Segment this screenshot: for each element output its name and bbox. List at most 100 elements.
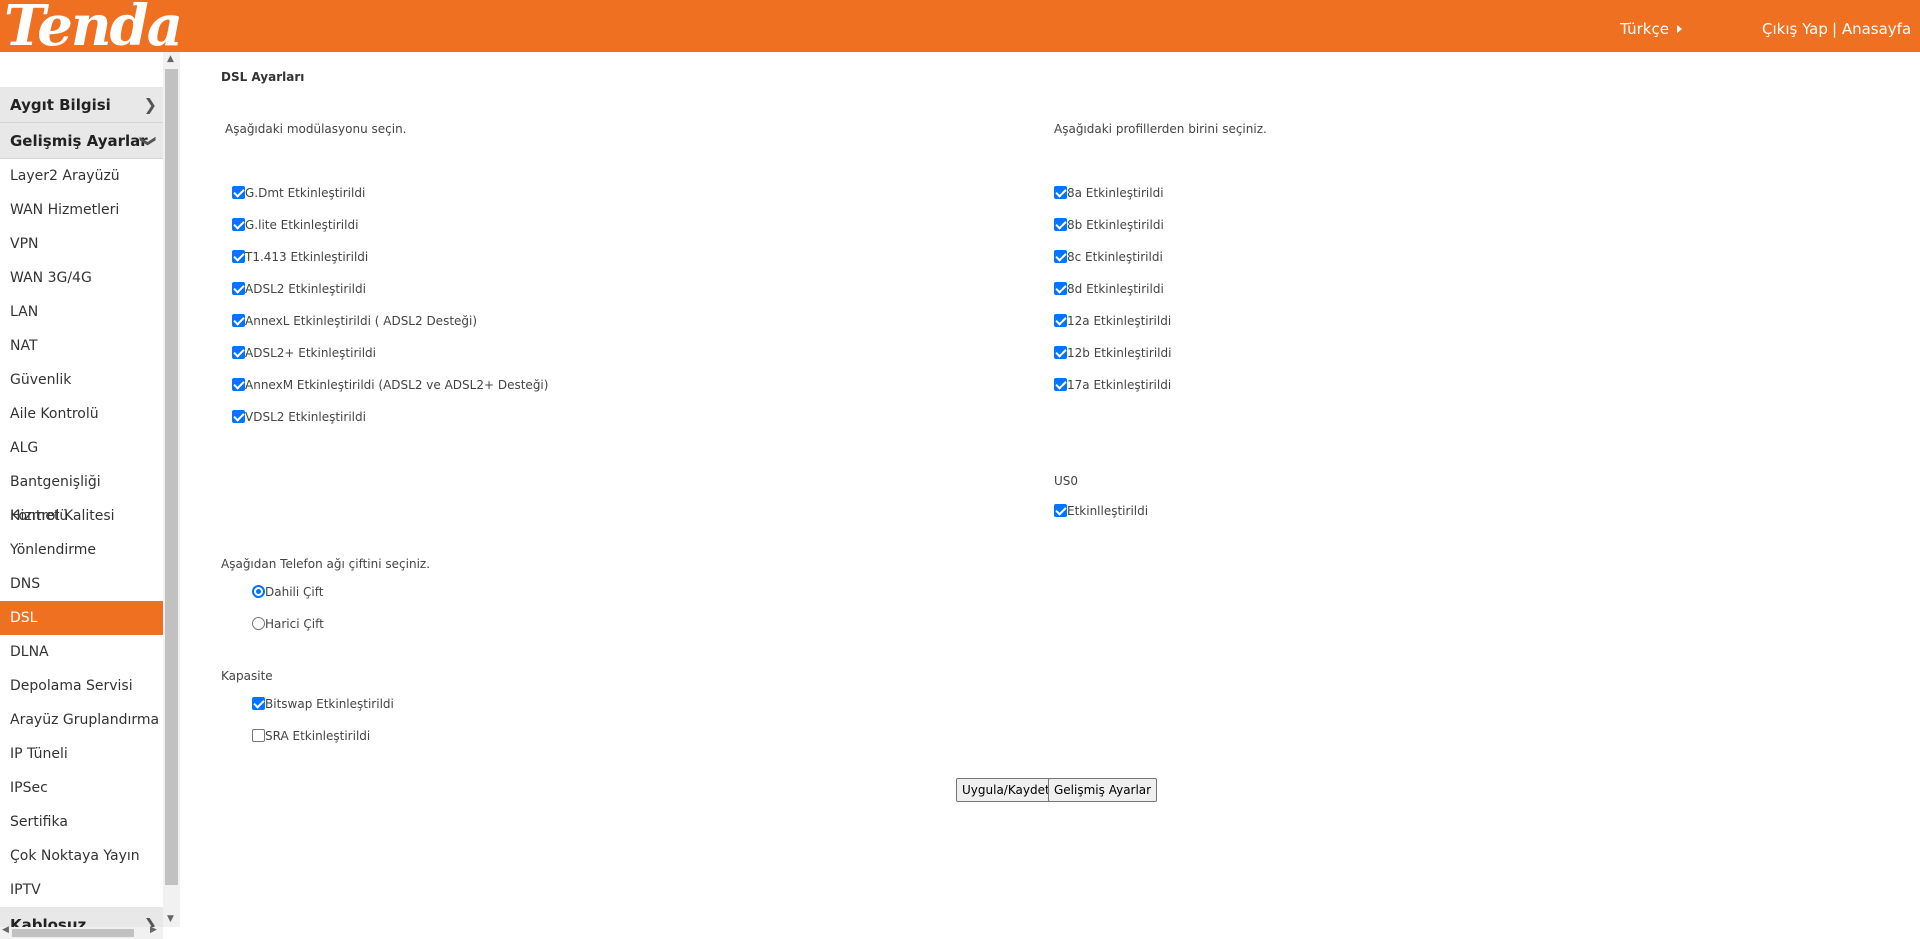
modulation-option[interactable]: G.lite Etkinleştirildi xyxy=(232,218,358,232)
modulation-option[interactable]: VDSL2 Etkinleştirildi xyxy=(232,410,366,424)
modulation-checkbox[interactable] xyxy=(232,282,245,295)
scroll-right-icon[interactable]: ▶ xyxy=(150,925,157,935)
modulation-option[interactable]: AnnexM Etkinleştirildi (ADSL2 ve ADSL2+ … xyxy=(232,378,548,392)
logout-link[interactable]: Çıkış Yap xyxy=(1762,20,1828,38)
modulation-option[interactable]: ADSL2 Etkinleştirildi xyxy=(232,282,366,296)
us0-checkbox[interactable] xyxy=(1054,504,1067,517)
scroll-down-icon[interactable]: ▼ xyxy=(167,914,174,924)
capacity-checkbox[interactable] xyxy=(252,697,265,710)
profile-option[interactable]: 12b Etkinleştirildi xyxy=(1054,346,1171,360)
profile-option[interactable]: 8a Etkinleştirildi xyxy=(1054,186,1164,200)
sidebar-item-layer2-arayuzu[interactable]: Layer2 Arayüzü xyxy=(0,159,163,193)
profile-label: 8a Etkinleştirildi xyxy=(1067,186,1164,200)
sidebar-vertical-scrollbar[interactable]: ▲ ▼ xyxy=(163,52,180,927)
sidebar-item-guvenlik[interactable]: Güvenlik xyxy=(0,363,163,397)
phone-pair-radio[interactable] xyxy=(252,617,265,630)
language-selector[interactable]: Türkçe xyxy=(1620,20,1682,38)
profile-label: 8d Etkinleştirildi xyxy=(1067,282,1164,296)
language-label: Türkçe xyxy=(1620,20,1669,38)
sidebar-item-nat[interactable]: NAT xyxy=(0,329,163,363)
advanced-settings-button[interactable]: Gelişmiş Ayarlar xyxy=(1048,778,1158,802)
sidebar-horizontal-scrollbar[interactable]: ◀ ▶ xyxy=(0,925,163,939)
sidebar-items: Layer2 Arayüzü WAN Hizmetleri VPN WAN 3G/4G… xyxy=(0,159,163,907)
profile-label: 8b Etkinleştirildi xyxy=(1067,218,1164,232)
profile-label: 17a Etkinleştirildi xyxy=(1067,378,1172,392)
modulation-label: AnnexM Etkinleştirildi (ADSL2 ve ADSL2+ … xyxy=(245,378,549,392)
sidebar-item-bantgenisligi-kontrolu[interactable]: Bantgenişliği Kontrolü xyxy=(0,465,163,524)
modulation-label: AnnexL Etkinleştirildi ( ADSL2 Desteği) xyxy=(245,314,478,328)
profile-checkbox[interactable] xyxy=(1054,218,1067,231)
us0-option-label: Etkinlleştirildi xyxy=(1067,504,1149,518)
sidebar-item-alg[interactable]: ALG xyxy=(0,431,163,465)
capacity-option[interactable]: SRA Etkinleştirildi xyxy=(252,729,370,743)
sidebar-group-device-info[interactable]: Aygıt Bilgisi ❯ xyxy=(0,87,163,123)
sidebar-item-cok-noktaya-yayin[interactable]: Çok Noktaya Yayın xyxy=(0,839,163,873)
profile-checkbox[interactable] xyxy=(1054,378,1067,391)
modulation-checkbox[interactable] xyxy=(232,250,245,263)
modulation-option[interactable]: ADSL2+ Etkinleştirildi xyxy=(232,346,376,360)
capacity-option[interactable]: Bitswap Etkinleştirildi xyxy=(252,697,394,711)
profile-option[interactable]: 8c Etkinleştirildi xyxy=(1054,250,1163,264)
modulation-prompt: Aşağıdaki modülasyonu seçin. xyxy=(225,122,407,136)
us0-option[interactable]: Etkinlleştirildi xyxy=(1054,504,1148,518)
modulation-checkbox[interactable] xyxy=(232,410,245,423)
scrollbar-thumb[interactable] xyxy=(12,929,134,937)
scroll-up-icon[interactable]: ▲ xyxy=(167,54,174,64)
modulation-label: VDSL2 Etkinleştirildi xyxy=(245,410,366,424)
profile-checkbox[interactable] xyxy=(1054,186,1067,199)
scrollbar-thumb[interactable] xyxy=(165,69,178,885)
profile-option[interactable]: 12a Etkinleştirildi xyxy=(1054,314,1171,328)
sidebar-item-depolama-servisi[interactable]: Depolama Servisi xyxy=(0,669,163,703)
profile-checkbox[interactable] xyxy=(1054,346,1067,359)
sidebar-item-hizmet-kalitesi[interactable]: Hizmet Kalitesi xyxy=(0,499,163,533)
phone-pair-prompt: Aşağıdan Telefon ağı çiftini seçiniz. xyxy=(221,557,431,571)
chevron-right-icon: ❯ xyxy=(143,95,157,114)
sidebar-item-ipsec[interactable]: IPSec xyxy=(0,771,163,805)
sidebar-item-iptv[interactable]: IPTV xyxy=(0,873,163,907)
top-header: Tenda Türkçe Çıkış Yap | Anasayfa xyxy=(0,0,1920,56)
profile-option[interactable]: 17a Etkinleştirildi xyxy=(1054,378,1171,392)
sidebar-menu: Aygıt Bilgisi ❯ Gelişmiş Ayarlar ❯ Layer… xyxy=(0,87,163,937)
sidebar-item-vpn[interactable]: VPN xyxy=(0,227,163,261)
profile-option[interactable]: 8b Etkinleştirildi xyxy=(1054,218,1164,232)
capacity-label: Bitswap Etkinleştirildi xyxy=(265,697,394,711)
sidebar-item-wan-3g-4g[interactable]: WAN 3G/4G xyxy=(0,261,163,295)
modulation-checkbox[interactable] xyxy=(232,314,245,327)
modulation-option[interactable]: AnnexL Etkinleştirildi ( ADSL2 Desteği) xyxy=(232,314,477,328)
sidebar-item-dlna[interactable]: DLNA xyxy=(0,635,163,669)
sidebar-item-dns[interactable]: DNS xyxy=(0,567,163,601)
sidebar-item-wan-hizmetleri[interactable]: WAN Hizmetleri xyxy=(0,193,163,227)
profile-label: 8c Etkinleştirildi xyxy=(1067,250,1163,264)
sidebar-item-sertifika[interactable]: Sertifika xyxy=(0,805,163,839)
phone-pair-option[interactable]: Dahili Çift xyxy=(252,585,323,599)
modulation-option[interactable]: G.Dmt Etkinleştirildi xyxy=(232,186,365,200)
sidebar-item-lan[interactable]: LAN xyxy=(0,295,163,329)
modulation-option[interactable]: T1.413 Etkinleştirildi xyxy=(232,250,368,264)
sidebar-item-aile-kontrolu[interactable]: Aile Kontrolü xyxy=(0,397,163,431)
sidebar-item-yonlendirme[interactable]: Yönlendirme xyxy=(0,533,163,567)
profile-checkbox[interactable] xyxy=(1054,282,1067,295)
modulation-label: G.lite Etkinleştirildi xyxy=(245,218,359,232)
modulation-checkbox[interactable] xyxy=(232,346,245,359)
sidebar-item-dsl[interactable]: DSL xyxy=(0,601,163,635)
modulation-checkbox[interactable] xyxy=(232,378,245,391)
dsl-settings-panel: DSL Ayarları Aşağıdaki modülasyonu seçin… xyxy=(180,52,1920,939)
capacity-checkbox[interactable] xyxy=(252,729,265,742)
sidebar-group-advanced[interactable]: Gelişmiş Ayarlar ❯ xyxy=(0,123,163,159)
modulation-label: ADSL2 Etkinleştirildi xyxy=(245,282,366,296)
sidebar-item-arayuz-gruplandirma[interactable]: Arayüz Gruplandırma xyxy=(0,703,163,737)
profile-checkbox[interactable] xyxy=(1054,250,1067,263)
modulation-checkbox[interactable] xyxy=(232,218,245,231)
home-link[interactable]: | Anasayfa xyxy=(1832,20,1911,38)
sidebar-item-ip-tuneli[interactable]: IP Tüneli xyxy=(0,737,163,771)
phone-pair-option[interactable]: Harici Çift xyxy=(252,617,324,631)
apply-save-button[interactable]: Uygula/Kaydet xyxy=(956,778,1056,802)
profile-option[interactable]: 8d Etkinleştirildi xyxy=(1054,282,1164,296)
phone-pair-radio[interactable] xyxy=(252,585,265,598)
modulation-label: G.Dmt Etkinleştirildi xyxy=(245,186,366,200)
profile-checkbox[interactable] xyxy=(1054,314,1067,327)
scroll-left-icon[interactable]: ◀ xyxy=(2,925,9,935)
modulation-checkbox[interactable] xyxy=(232,186,245,199)
page-title: DSL Ayarları xyxy=(221,70,305,84)
modulation-label: T1.413 Etkinleştirildi xyxy=(245,250,369,264)
